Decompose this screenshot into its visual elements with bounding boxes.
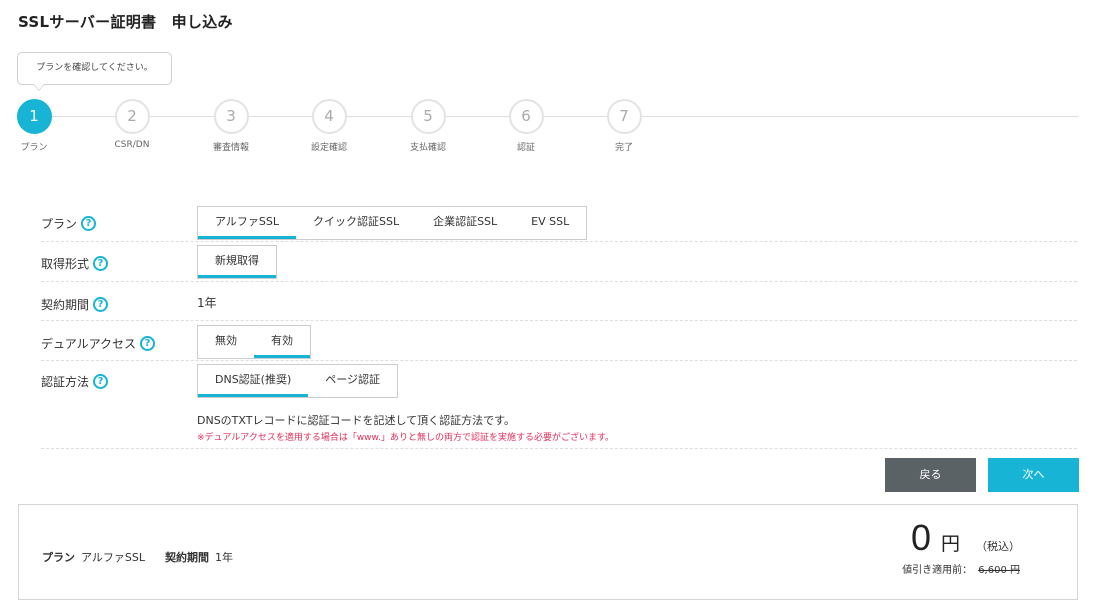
price-tax-note: （税込）	[976, 540, 1020, 553]
step-3: 3 審査情報	[191, 99, 271, 153]
acquisition-label: 取得形式 ?	[41, 255, 109, 272]
page-title: SSLサーバー証明書 申し込み	[18, 13, 233, 31]
step-5-label: 支払確認	[409, 143, 446, 153]
step-7: 7 完了	[584, 99, 664, 153]
dual-access-note: ※デュアルアクセスを適用する場合は「www.」ありと無しの両方で認証を実施する必…	[197, 433, 615, 443]
next-button[interactable]: 次へ	[988, 458, 1079, 492]
acquisition-label-text: 取得形式	[41, 257, 90, 271]
plan-option-quick-ssl[interactable]: クイック認証SSL	[296, 207, 416, 239]
step-1-number: 1	[16, 99, 52, 134]
step-7-label: 完了	[614, 143, 633, 153]
auth-method-option-page[interactable]: ページ認証	[308, 365, 397, 397]
step-3-label: 審査情報	[212, 143, 249, 153]
acquisition-option-new[interactable]: 新規取得	[198, 246, 276, 278]
step-6-number: 6	[508, 99, 544, 134]
dual-access-selector: 無効 有効	[197, 325, 311, 359]
plan-label-text: プラン	[41, 217, 78, 231]
acquisition-row: 取得形式 ? 新規取得	[41, 242, 1077, 282]
plan-option-ev-ssl[interactable]: EV SSL	[514, 207, 586, 239]
original-price-label: 値引き適用前：	[902, 565, 973, 576]
auth-method-selector: DNS認証(推奨) ページ認証	[197, 364, 399, 398]
original-price: 値引き適用前： 6,600 円	[870, 561, 1020, 576]
term-value: 1年	[197, 296, 217, 310]
plan-selector: アルファSSL クイック認証SSL 企業認証SSL EV SSL	[197, 206, 588, 240]
help-icon[interactable]: ?	[81, 216, 97, 231]
dual-access-option-on[interactable]: 有効	[254, 326, 310, 358]
price-currency: 円	[940, 533, 960, 555]
step-5: 5 支払確認	[388, 99, 468, 153]
summary-plan-key: プラン	[42, 551, 75, 564]
step-7-number: 7	[606, 99, 642, 134]
auth-method-description: DNSのTXTレコードに認証コードを記述して頂く認証方法です。	[197, 414, 516, 427]
acquisition-selector: 新規取得	[197, 245, 277, 279]
step-4: 4 設定確認	[289, 99, 369, 153]
auth-method-label: 認証方法 ?	[41, 373, 109, 390]
summary-term-value: 1年	[214, 551, 233, 564]
plan-label: プラン ?	[41, 215, 97, 232]
back-button[interactable]: 戻る	[885, 458, 976, 492]
summary-plan-value: アルファSSL	[81, 551, 145, 564]
step-3-number: 3	[213, 99, 249, 134]
step-tooltip: プランを確認してください。	[17, 52, 172, 91]
plan-option-alpha-ssl[interactable]: アルファSSL	[198, 207, 296, 239]
plan-option-corporate-ssl[interactable]: 企業認証SSL	[416, 207, 514, 239]
step-2-number: 2	[114, 99, 150, 134]
price-block: 0 円 （税込） 値引き適用前： 6,600 円	[902, 517, 1020, 576]
step-4-number: 4	[311, 99, 347, 134]
help-icon[interactable]: ?	[93, 297, 109, 312]
step-1: 1 プラン	[0, 99, 74, 153]
term-label: 契約期間 ?	[41, 296, 109, 313]
summary-details: プラン アルファSSL 契約期間 1年	[42, 549, 233, 565]
step-6: 6 認証	[486, 99, 566, 153]
help-icon[interactable]: ?	[140, 336, 156, 351]
step-2: 2 CSR/DN	[92, 99, 172, 150]
step-6-label: 認証	[516, 143, 535, 153]
term-label-text: 契約期間	[41, 298, 90, 312]
price-amount: 0	[910, 517, 931, 558]
original-price-value: 6,600 円	[978, 565, 1020, 576]
help-icon[interactable]: ?	[93, 374, 109, 389]
auth-method-label-text: 認証方法	[41, 375, 90, 389]
step-1-label: プラン	[20, 143, 48, 153]
plan-row: プラン ? アルファSSL クイック認証SSL 企業認証SSL EV SSL	[41, 202, 1077, 242]
dual-access-label: デュアルアクセス ?	[41, 335, 156, 352]
order-summary: プラン アルファSSL 契約期間 1年 0 円 （税込） 値引き適用前： 6,600 円	[18, 504, 1078, 600]
dual-access-option-off[interactable]: 無効	[198, 326, 254, 358]
auth-method-row: 認証方法 ? DNS認証(推奨) ページ認証 DNSのTXTレコードに認証コード…	[41, 361, 1077, 449]
step-2-label: CSR/DN	[114, 140, 150, 150]
step-5-number: 5	[410, 99, 446, 134]
dual-access-row: デュアルアクセス ? 無効 有効	[41, 321, 1077, 361]
help-icon[interactable]: ?	[93, 256, 109, 271]
term-row: 契約期間 ? 1年	[41, 282, 1077, 321]
dual-access-label-text: デュアルアクセス	[41, 337, 137, 351]
summary-term-key: 契約期間	[164, 551, 209, 564]
step-4-label: 設定確認	[310, 143, 347, 153]
plan-form: プラン ? アルファSSL クイック認証SSL 企業認証SSL EV SSL 取…	[41, 202, 1077, 449]
auth-method-option-dns[interactable]: DNS認証(推奨)	[198, 365, 309, 397]
